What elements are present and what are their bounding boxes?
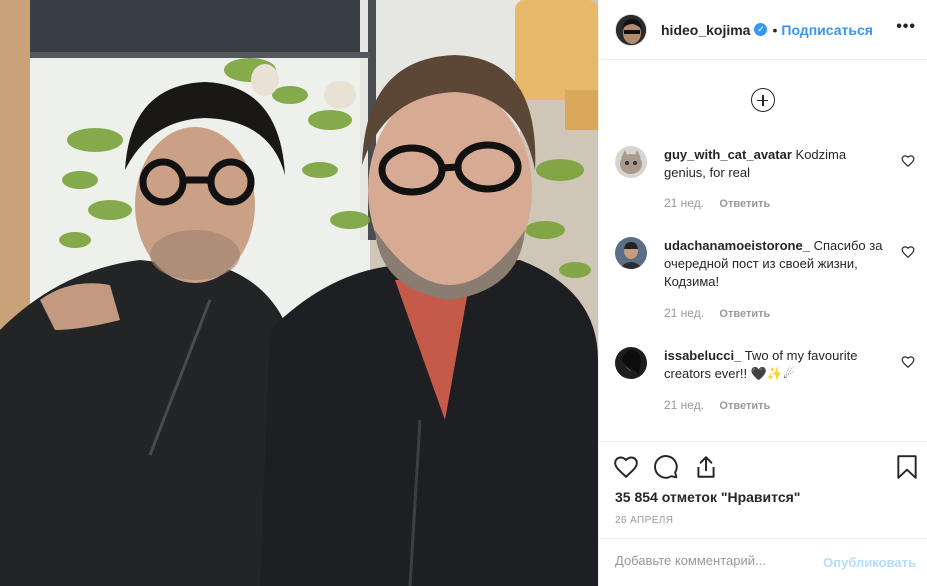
commenter-avatar-image — [615, 237, 647, 269]
post-photo[interactable] — [0, 0, 598, 586]
author-avatar-image — [616, 14, 646, 45]
comment-time[interactable]: 21 нед. — [664, 196, 704, 210]
reply-button[interactable]: Ответить — [719, 308, 770, 320]
reply-button[interactable]: Ответить — [719, 400, 770, 412]
verified-badge-icon: ✓ — [754, 23, 768, 36]
comment-input[interactable] — [615, 553, 815, 568]
post-actions: 35 854 отметок "Нравится" 26 АПРЕЛЯ Опуб… — [599, 441, 927, 586]
publish-button[interactable]: Опубликовать — [823, 555, 916, 570]
comment-username[interactable]: issabelucci_ — [664, 348, 741, 363]
add-comment-bar: Опубликовать — [599, 538, 927, 586]
commenter-avatar[interactable] — [615, 347, 647, 379]
comment-meta: 21 нед. Ответить — [664, 196, 770, 210]
post-date[interactable]: 26 АПРЕЛЯ — [615, 515, 673, 526]
instagram-post-modal: hideo_kojima ✓ • Подписаться ••• guy_wit… — [0, 0, 927, 586]
heart-icon[interactable] — [613, 454, 639, 480]
heart-icon[interactable] — [901, 245, 915, 259]
heart-icon[interactable] — [901, 154, 915, 168]
plus-circle-icon[interactable] — [751, 88, 775, 112]
comment-meta: 21 нед. Ответить — [664, 306, 770, 320]
more-options-icon[interactable]: ••• — [896, 18, 916, 36]
comment-body: udachanamoeistorone_ Спасибо за очередно… — [664, 237, 884, 291]
follow-button[interactable]: Подписаться — [781, 22, 873, 38]
commenter-avatar-image — [615, 146, 647, 178]
likes-count[interactable]: 35 854 отметок "Нравится" — [615, 489, 800, 505]
comment-username[interactable]: guy_with_cat_avatar — [664, 147, 792, 162]
comment-body: issabelucci_ Two of my favourite creator… — [664, 347, 884, 383]
comment-icon[interactable] — [653, 454, 679, 480]
comment-body: guy_with_cat_avatar Kodzima genius, for … — [664, 146, 884, 182]
post-header: hideo_kojima ✓ • Подписаться ••• — [599, 0, 927, 60]
commenter-avatar-image — [615, 347, 647, 379]
heart-icon[interactable] — [901, 355, 915, 369]
bookmark-icon[interactable] — [894, 454, 920, 480]
author-avatar[interactable] — [615, 13, 647, 46]
post-photo-image — [0, 0, 598, 586]
commenter-avatar[interactable] — [615, 146, 647, 178]
comment-time[interactable]: 21 нед. — [664, 398, 704, 412]
author-username[interactable]: hideo_kojima — [661, 22, 750, 38]
header-separator: • — [772, 21, 778, 38]
reply-button[interactable]: Ответить — [719, 198, 770, 210]
comment-meta: 21 нед. Ответить — [664, 398, 770, 412]
commenter-avatar[interactable] — [615, 237, 647, 269]
share-icon[interactable] — [693, 454, 719, 480]
comment-username[interactable]: udachanamoeistorone_ — [664, 238, 810, 253]
comment-time[interactable]: 21 нед. — [664, 306, 704, 320]
post-side-panel: hideo_kojima ✓ • Подписаться ••• guy_wit… — [598, 0, 927, 586]
